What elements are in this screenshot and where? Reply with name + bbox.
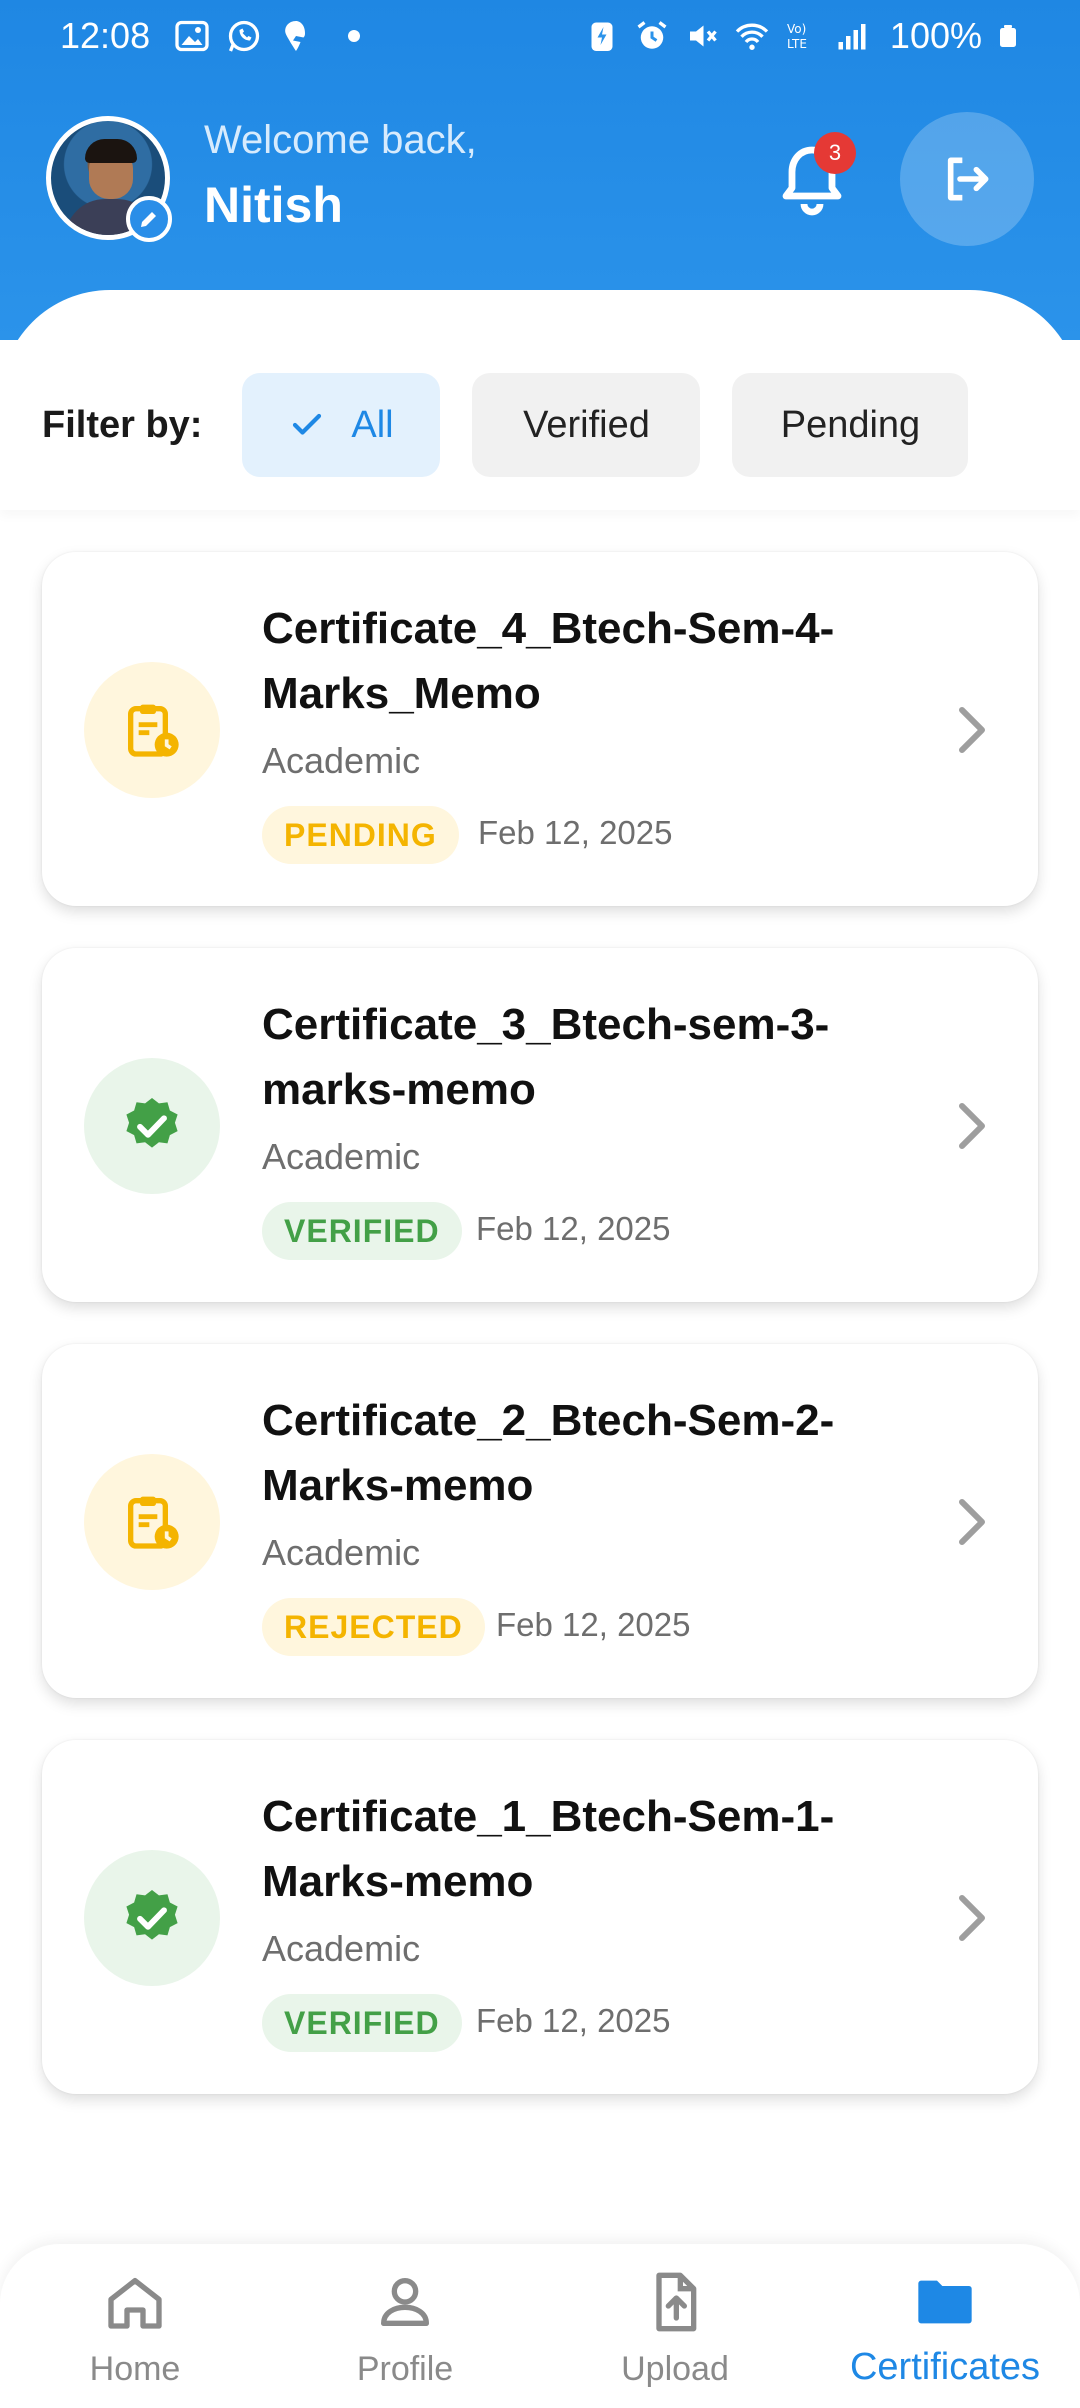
nav-item-profile[interactable]: Profile xyxy=(270,2244,540,2408)
user-name: Nitish xyxy=(204,177,343,233)
status-bar: 12:08 Vo) LTE 100% xyxy=(0,0,1080,72)
battery-saver-icon xyxy=(591,22,613,51)
notification-badge: 3 xyxy=(814,132,856,174)
chevron-right-icon xyxy=(959,1895,985,1941)
clipboard-clock-icon xyxy=(128,704,179,757)
certificate-title: Certificate_2_Btech-Sem-2-Marks-memo xyxy=(262,1396,835,1510)
notification-dot xyxy=(348,30,361,42)
chevron-right-icon xyxy=(959,707,985,753)
whatsapp-icon xyxy=(228,20,260,52)
svg-text:LTE: LTE xyxy=(787,37,807,51)
filter-chip-verified[interactable]: Verified xyxy=(472,373,701,477)
svg-text:Vo): Vo) xyxy=(787,22,806,36)
certificate-status-icon xyxy=(84,1454,220,1590)
folder-icon xyxy=(918,2280,972,2324)
chevron-right-icon xyxy=(959,1499,985,1545)
battery-icon xyxy=(1000,25,1016,47)
certificate-category: Academic xyxy=(262,740,421,781)
edit-avatar-button[interactable] xyxy=(126,196,172,242)
certificate-card[interactable]: Certificate_4_Btech-Sem-4-Marks_Memo Aca… xyxy=(42,552,1038,906)
logout-icon xyxy=(947,157,989,201)
certificate-title: Certificate_3_Btech-sem-3-marks-memo xyxy=(262,1000,830,1114)
certificate-card[interactable]: Certificate_3_Btech-sem-3-marks-memo Aca… xyxy=(42,948,1038,1302)
filter-chip-all[interactable]: All xyxy=(242,373,441,477)
nav-item-home[interactable]: Home xyxy=(0,2244,270,2408)
status-badge: VERIFIED xyxy=(262,1202,462,1260)
person-icon xyxy=(381,2278,429,2326)
wifi-icon xyxy=(735,23,769,50)
filter-chip-pending[interactable]: Pending xyxy=(732,373,969,477)
verified-badge-icon xyxy=(126,1098,178,1148)
certificate-date: Feb 12, 2025 xyxy=(476,1210,671,1247)
chevron-right-icon xyxy=(959,1103,985,1149)
filter-chip-label: All xyxy=(351,403,394,446)
pencil-icon xyxy=(141,212,156,227)
certificate-category: Academic xyxy=(262,1136,421,1177)
home-icon xyxy=(108,2278,162,2329)
certificate-date: Feb 12, 2025 xyxy=(476,2002,671,2039)
certificate-card[interactable]: Certificate_2_Btech-Sem-2-Marks-memo Aca… xyxy=(42,1344,1038,1698)
certificate-card[interactable]: Certificate_1_Btech-Sem-1-Marks-memo Aca… xyxy=(42,1740,1038,2094)
nav-label: Upload xyxy=(621,2350,729,2388)
certificate-category: Academic xyxy=(262,1532,421,1573)
filter-chip-label: Pending xyxy=(780,403,921,446)
certificate-status-icon xyxy=(84,662,220,798)
certificate-category: Academic xyxy=(262,1928,421,1969)
signal-icon xyxy=(838,24,866,50)
battery-percent: 100% xyxy=(889,15,982,56)
clipboard-clock-icon xyxy=(128,1496,179,1549)
upload-file-icon xyxy=(656,2272,697,2332)
header: 12:08 Vo) LTE 100% Welcome back, Nitish … xyxy=(0,0,1080,340)
volte-icon: Vo)LTE xyxy=(787,22,807,51)
nav-label: Home xyxy=(89,2350,181,2388)
status-time: 12:08 xyxy=(60,15,151,56)
verified-badge-icon xyxy=(126,1890,178,1940)
certificates-screen: 12:08 Vo) LTE 100% Welcome back, Nitish … xyxy=(0,0,1080,2408)
nav-item-certificates[interactable]: Certificates xyxy=(810,2244,1080,2408)
avatar[interactable] xyxy=(46,116,172,242)
filter-label: Filter by: xyxy=(42,403,203,446)
certificate-date: Feb 12, 2025 xyxy=(496,1606,691,1643)
nav-item-upload[interactable]: Upload xyxy=(540,2244,810,2408)
filter-chip-label: Verified xyxy=(523,403,650,446)
nav-label: Profile xyxy=(356,2350,454,2388)
certificate-status-icon xyxy=(84,1058,220,1194)
swiggy-icon xyxy=(285,21,306,51)
certificate-status-icon xyxy=(84,1850,220,1986)
nav-label: Certificates xyxy=(849,2346,1041,2388)
bottom-nav: Home Profile Upload Certificates xyxy=(0,2244,1080,2408)
gallery-icon xyxy=(175,20,209,52)
status-badge: REJECTED xyxy=(262,1598,485,1656)
status-badge: VERIFIED xyxy=(262,1994,462,2052)
filter-bar: Filter by: All Verified Pending xyxy=(0,340,1080,510)
certificate-title: Certificate_1_Btech-Sem-1-Marks-memo xyxy=(262,1792,835,1906)
alarm-icon xyxy=(637,21,667,49)
certificate-date: Feb 12, 2025 xyxy=(478,814,673,851)
check-icon xyxy=(293,413,322,435)
logout-button[interactable] xyxy=(900,112,1034,246)
welcome-text: Welcome back, xyxy=(204,118,477,162)
mute-icon xyxy=(689,25,717,47)
certificate-title: Certificate_4_Btech-Sem-4-Marks_Memo xyxy=(262,604,835,718)
status-badge: PENDING xyxy=(262,806,459,864)
